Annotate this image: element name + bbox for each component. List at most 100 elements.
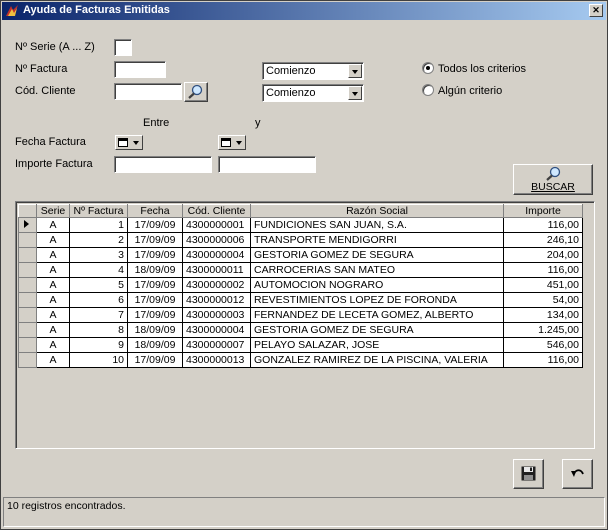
cell-serie[interactable]: A	[36, 337, 70, 353]
column-header-razon-social[interactable]: Razón Social	[250, 204, 504, 218]
cell-factura[interactable]: 5	[69, 277, 128, 293]
radio-algun-criterio[interactable]	[422, 84, 434, 96]
fecha-hasta-picker[interactable]	[218, 135, 246, 150]
cell-serie[interactable]: A	[36, 247, 70, 263]
cell-fecha[interactable]: 17/09/09	[127, 352, 183, 368]
table-row[interactable]: A 2 17/09/09 4300000006 TRANSPORTE MENDIGORR…	[18, 232, 583, 248]
row-indicator[interactable]	[18, 262, 37, 278]
cell-fecha[interactable]: 17/09/09	[127, 217, 183, 233]
importe-hasta-input[interactable]	[218, 156, 316, 173]
cell-fecha[interactable]: 17/09/09	[127, 232, 183, 248]
cell-razon-social[interactable]: GONZALEZ RAMIREZ DE LA PISCINA, VALERIA	[250, 352, 504, 368]
cell-fecha[interactable]: 18/09/09	[127, 322, 183, 338]
cell-razon-social[interactable]: REVESTIMIENTOS LOPEZ DE FORONDA	[250, 292, 504, 308]
cell-factura[interactable]: 8	[69, 322, 128, 338]
row-indicator[interactable]	[18, 217, 37, 233]
factura-input[interactable]	[114, 61, 166, 78]
cell-razon-social[interactable]: GESTORIA GOMEZ DE SEGURA	[250, 247, 504, 263]
cell-cliente[interactable]: 4300000012	[182, 292, 251, 308]
row-indicator[interactable]	[18, 232, 37, 248]
cell-factura[interactable]: 7	[69, 307, 128, 323]
cell-factura[interactable]: 4	[69, 262, 128, 278]
chevron-down-icon[interactable]	[348, 64, 362, 78]
cell-cliente[interactable]: 4300000011	[182, 262, 251, 278]
cell-fecha[interactable]: 17/09/09	[127, 307, 183, 323]
cell-fecha[interactable]: 17/09/09	[127, 292, 183, 308]
cell-fecha[interactable]: 18/09/09	[127, 337, 183, 353]
cell-serie[interactable]: A	[36, 277, 70, 293]
cliente-input[interactable]	[114, 83, 182, 100]
column-header-importe[interactable]: Importe	[503, 204, 583, 218]
row-indicator[interactable]	[18, 277, 37, 293]
cell-cliente[interactable]: 4300000003	[182, 307, 251, 323]
cell-factura[interactable]: 10	[69, 352, 128, 368]
row-indicator[interactable]	[18, 247, 37, 263]
cell-importe[interactable]: 204,00	[503, 247, 583, 263]
cell-fecha[interactable]: 17/09/09	[127, 277, 183, 293]
cell-razon-social[interactable]: AUTOMOCION NOGRARO	[250, 277, 504, 293]
table-row[interactable]: A 1 17/09/09 4300000001 FUNDICIONES SAN JUAN…	[18, 217, 583, 233]
cell-cliente[interactable]: 4300000013	[182, 352, 251, 368]
cell-factura[interactable]: 6	[69, 292, 128, 308]
row-indicator[interactable]	[18, 322, 37, 338]
cell-razon-social[interactable]: CARROCERIAS SAN MATEO	[250, 262, 504, 278]
cell-cliente[interactable]: 4300000001	[182, 217, 251, 233]
column-header-serie[interactable]: Serie	[36, 204, 70, 218]
cliente-search-button[interactable]	[184, 82, 208, 102]
table-row[interactable]: A 5 17/09/09 4300000002 AUTOMOCION NOGRARO 45…	[18, 277, 583, 293]
cell-importe[interactable]: 546,00	[503, 337, 583, 353]
save-button[interactable]	[513, 459, 544, 489]
table-row[interactable]: A 9 18/09/09 4300000007 PELAYO SALAZAR, JOSE…	[18, 337, 583, 353]
undo-button[interactable]	[562, 459, 593, 489]
table-row[interactable]: A 3 17/09/09 4300000004 GESTORIA GOMEZ DE SE…	[18, 247, 583, 263]
results-grid[interactable]: Serie Nº Factura Fecha Cód. Cliente Razó…	[15, 201, 595, 449]
table-row[interactable]: A 10 17/09/09 4300000013 GONZALEZ RAMIREZ DE…	[18, 352, 583, 368]
cell-fecha[interactable]: 18/09/09	[127, 262, 183, 278]
table-row[interactable]: A 8 18/09/09 4300000004 GESTORIA GOMEZ DE SE…	[18, 322, 583, 338]
row-indicator[interactable]	[18, 307, 37, 323]
cell-importe[interactable]: 451,00	[503, 277, 583, 293]
cell-importe[interactable]: 1.245,00	[503, 322, 583, 338]
cell-serie[interactable]: A	[36, 232, 70, 248]
cell-serie[interactable]: A	[36, 217, 70, 233]
cell-cliente[interactable]: 4300000004	[182, 247, 251, 263]
column-header-fecha[interactable]: Fecha	[127, 204, 183, 218]
chevron-down-icon[interactable]	[348, 86, 362, 100]
cell-factura[interactable]: 9	[69, 337, 128, 353]
cell-cliente[interactable]: 4300000007	[182, 337, 251, 353]
table-row[interactable]: A 7 17/09/09 4300000003 FERNANDEZ DE LECETA …	[18, 307, 583, 323]
cell-serie[interactable]: A	[36, 262, 70, 278]
cell-serie[interactable]: A	[36, 322, 70, 338]
cell-factura[interactable]: 1	[69, 217, 128, 233]
close-button[interactable]: ✕	[589, 4, 603, 17]
cell-razon-social[interactable]: FERNANDEZ DE LECETA GOMEZ, ALBERTO	[250, 307, 504, 323]
serie-input[interactable]	[114, 39, 132, 56]
column-header-cliente[interactable]: Cód. Cliente	[182, 204, 251, 218]
table-row[interactable]: A 4 18/09/09 4300000011 CARROCERIAS SAN MATE…	[18, 262, 583, 278]
cell-importe[interactable]: 54,00	[503, 292, 583, 308]
fecha-desde-picker[interactable]	[115, 135, 143, 150]
cliente-match-select[interactable]: Comienzo	[262, 84, 364, 102]
cell-serie[interactable]: A	[36, 352, 70, 368]
row-indicator[interactable]	[18, 337, 37, 353]
table-row[interactable]: A 6 17/09/09 4300000012 REVESTIMIENTOS LOPEZ…	[18, 292, 583, 308]
cell-importe[interactable]: 246,10	[503, 232, 583, 248]
radio-todos-criterios[interactable]	[422, 62, 434, 74]
cell-serie[interactable]: A	[36, 307, 70, 323]
cell-cliente[interactable]: 4300000002	[182, 277, 251, 293]
cell-importe[interactable]: 116,00	[503, 352, 583, 368]
cell-importe[interactable]: 134,00	[503, 307, 583, 323]
row-indicator[interactable]	[18, 352, 37, 368]
column-header-factura[interactable]: Nº Factura	[69, 204, 128, 218]
importe-desde-input[interactable]	[114, 156, 212, 173]
cell-fecha[interactable]: 17/09/09	[127, 247, 183, 263]
cell-cliente[interactable]: 4300000006	[182, 232, 251, 248]
cell-importe[interactable]: 116,00	[503, 217, 583, 233]
cell-cliente[interactable]: 4300000004	[182, 322, 251, 338]
cell-importe[interactable]: 116,00	[503, 262, 583, 278]
row-indicator[interactable]	[18, 292, 37, 308]
cell-razon-social[interactable]: GESTORIA GOMEZ DE SEGURA	[250, 322, 504, 338]
factura-match-select[interactable]: Comienzo	[262, 62, 364, 80]
cell-factura[interactable]: 3	[69, 247, 128, 263]
cell-razon-social[interactable]: TRANSPORTE MENDIGORRI	[250, 232, 504, 248]
